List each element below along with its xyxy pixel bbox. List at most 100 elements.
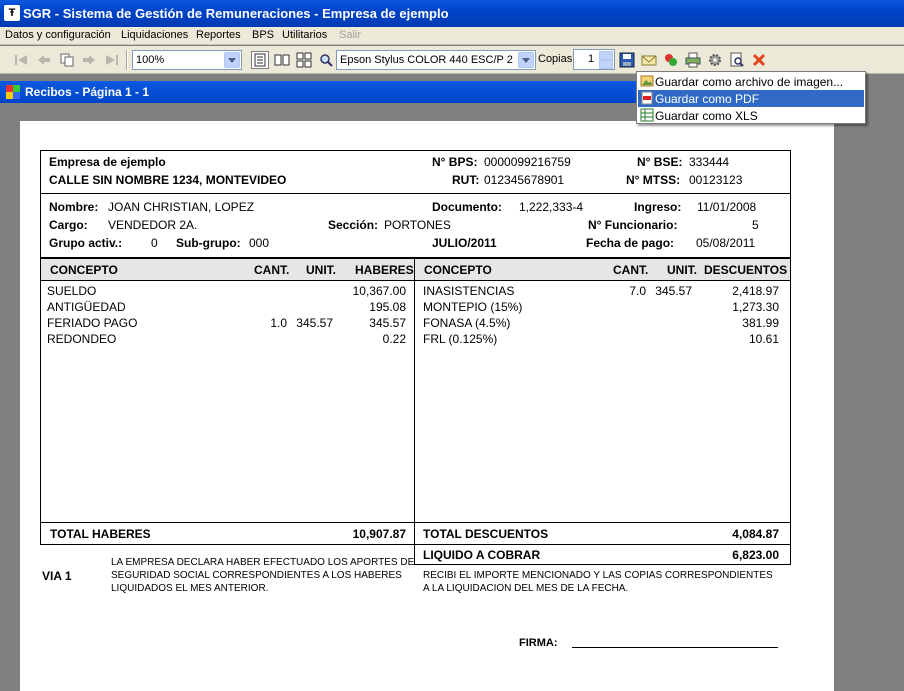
haber-concepto: SUELDO <box>47 284 97 298</box>
rut-label: RUT: <box>452 173 480 187</box>
bps-label: N° BPS: <box>432 155 478 169</box>
menu-item-save-image[interactable]: Guardar como archivo de imagen... <box>638 73 864 90</box>
magnifier-icon[interactable] <box>317 51 335 69</box>
copias-spinner[interactable]: 1 <box>573 49 615 70</box>
copias-label: Copias <box>538 53 573 65</box>
email-icon[interactable] <box>640 51 658 69</box>
via-label: VIA 1 <box>42 569 72 583</box>
total-descuentos-label: TOTAL DESCUENTOS <box>423 527 549 541</box>
haber-importe: 345.57 <box>369 316 406 330</box>
total-descuentos-value: 4,084.87 <box>732 527 779 541</box>
bps-value: 0000099216759 <box>484 155 571 169</box>
col-unit-descuentos: UNIT. <box>667 263 697 277</box>
print-preview-icon[interactable] <box>728 51 746 69</box>
export-icon[interactable] <box>662 51 680 69</box>
declaracion-line: SEGURIDAD SOCIAL CORRESPONDIENTES A LOS … <box>111 570 402 581</box>
funcionario-label: N° Funcionario: <box>588 218 678 232</box>
mtss-value: 00123123 <box>689 173 743 187</box>
documento-label: Documento: <box>432 200 502 214</box>
company-name: Empresa de ejemplo <box>49 155 166 169</box>
menu-utilitarios[interactable]: Utilitarios <box>282 29 327 41</box>
menu-item-save-xls[interactable]: Guardar como XLS <box>638 107 864 124</box>
seccion-value: PORTONES <box>384 218 451 232</box>
right-gutter <box>838 74 904 691</box>
recibi-line: RECIBI EL IMPORTE MENCIONADO Y LAS COPIA… <box>423 570 773 581</box>
col-descuentos: DESCUENTOS <box>704 263 788 277</box>
grupo-label: Grupo activ.: <box>49 236 123 250</box>
save-as-menu: Guardar como archivo de imagen... Guarda… <box>636 71 866 124</box>
documento-value: 1,222,333-4 <box>519 200 584 214</box>
bse-value: 333444 <box>689 155 730 169</box>
printer-select[interactable]: Epson Stylus COLOR 440 ESC/P 2 <box>336 50 536 70</box>
haber-concepto: FERIADO PAGO <box>47 316 138 330</box>
menu-bps[interactable]: BPS <box>252 29 274 41</box>
window-title: SGR - Sistema de Gestión de Remuneracion… <box>23 6 449 21</box>
printer-value: Epson Stylus COLOR 440 ESC/P 2 <box>340 54 513 66</box>
col-haberes: HABERES <box>355 263 414 277</box>
descuento-importe: 10.61 <box>748 332 779 346</box>
descuento-concepto: INASISTENCIAS <box>423 284 515 298</box>
total-haberes-label: TOTAL HABERES <box>50 527 151 541</box>
recibi-line: A LA LIQUIDACION DEL MES DE LA FECHA. <box>423 583 629 594</box>
col-unit-haberes: UNIT. <box>306 263 336 277</box>
chevron-down-icon[interactable] <box>518 52 534 68</box>
haber-concepto: REDONDEO <box>47 332 117 346</box>
menu-liquidaciones[interactable]: Liquidaciones <box>121 29 188 41</box>
total-haberes-value: 10,907.87 <box>352 527 406 541</box>
menu-datos-configuracion[interactable]: Datos y configuración <box>5 29 111 41</box>
copy-pages-icon[interactable] <box>58 51 76 69</box>
firma-label: FIRMA: <box>519 637 558 649</box>
company-address: CALLE SIN NOMBRE 1234, MONTEVIDEO <box>49 173 287 187</box>
chevron-down-icon[interactable] <box>224 52 240 68</box>
print-icon[interactable] <box>684 51 702 69</box>
menu-item-label: Guardar como archivo de imagen... <box>655 75 844 89</box>
col-cant-descuentos: CANT. <box>613 263 649 277</box>
spin-up-icon[interactable] <box>599 51 613 60</box>
descuento-importe: 1,273.30 <box>732 300 779 314</box>
menu-bar: Datos y configuración Liquidaciones Repo… <box>0 27 904 45</box>
haber-cant: 1.0 <box>270 316 287 330</box>
menu-item-label: Guardar como PDF <box>655 92 760 106</box>
single-page-view-icon[interactable] <box>251 51 269 69</box>
gear-icon[interactable] <box>706 51 724 69</box>
funcionario-value: 5 <box>752 218 759 232</box>
declaracion-line: LA EMPRESA DECLARA HABER EFECTUADO LOS A… <box>111 557 415 568</box>
cargo-label: Cargo: <box>49 218 88 232</box>
toolbar: 100% Epson Stylus COLOR 440 ESC/P 2 Copi… <box>0 46 904 74</box>
cargo-value: VENDEDOR 2A. <box>108 218 198 232</box>
zoom-select[interactable]: 100% <box>132 50 242 70</box>
toolbar-separator <box>126 50 128 70</box>
col-cant-haberes: CANT. <box>254 263 290 277</box>
subgrupo-label: Sub-grupo: <box>176 236 241 250</box>
haber-importe: 10,367.00 <box>352 284 406 298</box>
descuento-concepto: MONTEPIO (15%) <box>423 300 523 314</box>
seccion-label: Sección: <box>328 218 379 232</box>
menu-item-save-pdf[interactable]: Guardar como PDF <box>638 90 864 107</box>
document-window-title: Recibos - Página 1 - 1 <box>25 85 150 99</box>
app-icon: Ŧ <box>4 5 20 21</box>
close-icon[interactable] <box>750 51 768 69</box>
nombre-value: JOAN CHRISTIAN, LOPEZ <box>108 200 255 214</box>
next-page-icon <box>80 51 98 69</box>
menu-item-label: Guardar como XLS <box>655 109 758 123</box>
two-page-view-icon[interactable] <box>273 51 291 69</box>
menu-reportes[interactable]: Reportes <box>196 29 241 41</box>
col-concepto-haberes: CONCEPTO <box>50 263 118 277</box>
mtss-label: N° MTSS: <box>626 173 681 187</box>
rut-value: 012345678901 <box>484 173 565 187</box>
report-icon <box>6 85 20 99</box>
xls-icon <box>640 108 654 122</box>
save-icon[interactable] <box>618 51 636 69</box>
descuento-concepto: FONASA (4.5%) <box>423 316 511 330</box>
descuento-importe: 381.99 <box>742 316 779 330</box>
spin-down-icon[interactable] <box>599 60 613 69</box>
image-icon <box>640 75 654 87</box>
multi-page-view-icon[interactable] <box>295 51 313 69</box>
pdf-icon <box>641 91 653 105</box>
copias-value: 1 <box>588 53 595 65</box>
descuento-cant: 7.0 <box>629 284 646 298</box>
ingreso-value: 11/01/2008 <box>697 200 757 214</box>
declaracion-line: LIQUIDADOS EL MES ANTERIOR. <box>111 583 269 594</box>
bse-label: N° BSE: <box>637 155 683 169</box>
last-page-icon <box>103 51 121 69</box>
